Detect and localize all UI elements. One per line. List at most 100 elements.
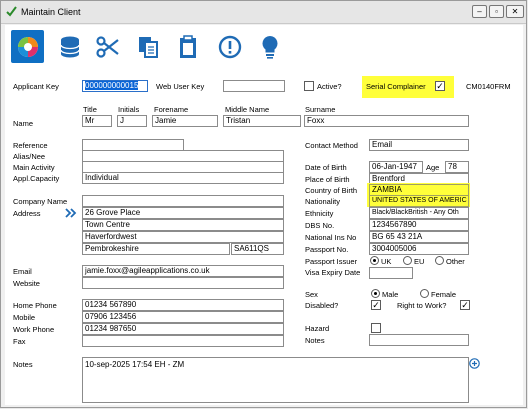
toolbar-database-button[interactable] [55,32,85,62]
scissors-icon [96,36,119,58]
right-to-work-checkbox[interactable]: ✓ [460,300,470,310]
visa-expiry-field[interactable] [369,267,413,279]
add-note-icon[interactable] [469,358,480,369]
applicant-key-label: Applicant Key [13,82,59,91]
maintain-client-window: Maintain Client – ▫ ✕ Applicant Key 0000… [0,0,527,408]
postcode-field[interactable]: SA611QS [231,243,284,255]
web-user-key-field[interactable] [223,80,285,92]
passport-no-field[interactable]: 3004005006 [369,243,469,255]
email-field[interactable]: jamie.foxx@agileapplications.co.uk [82,265,284,277]
toolbar-tip-button[interactable] [255,32,285,62]
minimize-button[interactable]: – [472,5,487,18]
mobile-label: Mobile [13,313,36,322]
ethnicity-label: Ethnicity [305,209,334,218]
mobile-field[interactable]: 07906 123456 [82,311,284,323]
forename-field[interactable]: Jamie [152,115,218,127]
website-label: Website [13,279,40,288]
fax-field[interactable] [82,335,284,347]
alert-icon [218,35,242,59]
contact-method-label: Contact Method [305,141,358,150]
database-icon [60,36,80,58]
middle-name-label: Middle Name [225,105,270,114]
title-field[interactable]: Mr [82,115,112,127]
hazard-checkbox[interactable] [371,323,381,333]
address-line-2[interactable]: Town Centre [82,219,284,231]
company-name-field[interactable] [82,195,284,207]
fax-label: Fax [13,337,26,346]
lightbulb-icon [262,36,278,59]
dbs-no-field[interactable]: 1234567890 [369,219,469,231]
country-of-birth-label: Country of Birth [305,186,358,195]
passport-issuer-label: Passport Issuer [305,257,358,266]
applicant-key-field[interactable]: 000000000015 [82,80,148,92]
close-button[interactable]: ✕ [506,5,524,18]
window-title: Maintain Client [21,7,81,17]
toolbar [5,25,523,70]
copy-icon [139,37,158,58]
age-label: Age [426,163,440,172]
sex-male-radio[interactable] [371,289,380,298]
nationality-field[interactable]: UNITED STATES OF AMERIC [369,195,469,207]
home-phone-field[interactable]: 01234 567890 [82,299,284,311]
toolbar-alert-button[interactable] [215,32,245,62]
disabled-checkbox[interactable]: ✓ [371,300,381,310]
website-field[interactable] [82,277,284,289]
place-of-birth-label: Place of Birth [305,175,350,184]
name-label: Name [13,119,34,128]
date-of-birth-field[interactable]: 06-Jan-1947 [369,161,423,173]
reference-label: Reference [13,141,48,150]
passport-issuer-eu-radio[interactable] [403,256,412,265]
notes-label: Notes [13,360,33,369]
address-label: Address [13,209,41,218]
surname-field[interactable]: Foxx [304,115,469,127]
passport-no-label: Passport No. [305,245,349,254]
app-checkmark-icon [6,6,17,17]
ethnicity-field[interactable]: Black/BlackBritish - Any Oth [369,207,469,219]
client-form: Applicant Key 000000000015 Web User Key … [5,69,523,405]
notes-right-field[interactable] [369,334,469,346]
passport-issuer-uk-label: UK [381,257,392,266]
title-bar: Maintain Client – ▫ ✕ [1,1,526,24]
address-line-3[interactable]: Haverfordwest [82,231,284,243]
notes-textarea[interactable]: 10-sep-2025 17:54 EH - ZM [82,357,469,403]
appl-capacity-field[interactable]: Individual [82,172,284,184]
company-name-label: Company Name [13,197,68,206]
toolbar-cut-button[interactable] [93,32,123,62]
national-ins-no-label: National Ins No [305,233,357,242]
sex-male-label: Male [382,290,399,299]
serial-complainer-checkbox[interactable]: ✓ [435,81,445,91]
nationality-label: Nationality [305,197,341,206]
toolbar-paste-button[interactable] [173,32,203,62]
work-phone-field[interactable]: 01234 987650 [82,323,284,335]
hazard-label: Hazard [305,324,330,333]
initials-field[interactable]: J [117,115,147,127]
address-line-1[interactable]: 26 Grove Place [82,207,284,219]
middle-name-field[interactable]: Tristan [223,115,301,127]
toolbar-logo-button[interactable] [11,30,44,63]
alias-label: Alias/Nee [13,152,46,161]
passport-issuer-uk-radio[interactable] [370,256,379,265]
surname-label: Surname [305,105,336,114]
form-code: CM0140FRM [466,82,511,91]
sex-female-radio[interactable] [420,289,429,298]
restore-button[interactable]: ▫ [489,5,504,18]
clipboard-icon [180,35,196,58]
toolbar-copy-button[interactable] [133,32,163,62]
active-checkbox[interactable] [304,81,314,91]
visa-expiry-label: Visa Expiry Date [305,268,361,277]
main-activity-label: Main Activity [13,163,55,172]
address-lookup-icon[interactable] [65,208,77,218]
work-phone-label: Work Phone [13,325,55,334]
passport-issuer-other-label: Other [446,257,465,266]
passport-issuer-other-radio[interactable] [435,256,444,265]
home-phone-label: Home Phone [13,301,57,310]
disabled-label: Disabled? [305,301,339,310]
title-label: Title [83,105,97,114]
sex-female-label: Female [431,290,457,299]
email-label: Email [13,267,32,276]
contact-method-field[interactable]: Email [369,139,469,151]
national-ins-no-field[interactable]: BG 65 43 21A [369,231,469,243]
sex-label: Sex [305,290,318,299]
age-field[interactable]: 78 [445,161,469,173]
address-line-4[interactable]: Pembrokeshire [82,243,230,255]
